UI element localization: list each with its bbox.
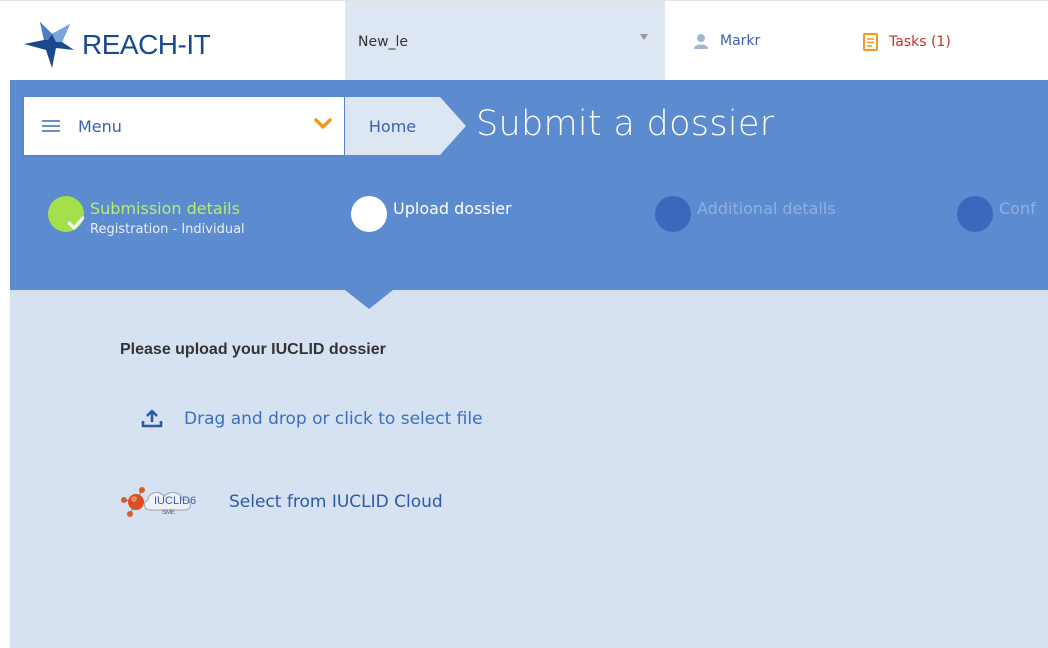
step-indicator-completed [48,196,84,232]
reach-it-logo[interactable]: REACH-IT [22,20,211,70]
step-submission-details[interactable]: Submission details Registration - Indivi… [48,196,245,237]
iuclid-logo-text: IUCLID6 [154,495,196,507]
step-title: Upload dossier [393,199,512,218]
upload-icon [141,409,163,428]
iuclid-logo-sub: SME [162,510,175,516]
step-confirmation: Conf [957,196,1036,232]
current-step-pointer [345,290,393,309]
check-icon [68,216,84,230]
upload-heading: Please upload your IUCLID dossier [120,341,386,358]
step-title: Submission details [90,199,240,218]
menu-label: Menu [78,116,122,136]
breadcrumb-home[interactable]: Home [345,97,440,155]
step-upload-dossier: Upload dossier [351,196,512,232]
chevron-down-icon [314,118,332,129]
menu-button[interactable]: Menu [24,97,344,155]
caret-down-icon [640,34,648,40]
user-link[interactable]: Markr [694,33,760,49]
breadcrumb-arrow [440,97,466,155]
user-icon [694,34,708,49]
step-title: Conf [999,199,1036,218]
logo-text: REACH-IT [82,29,211,60]
drag-drop-zone[interactable]: Drag and drop or click to select file [141,409,483,429]
top-bar: REACH-IT New_le Markr Tasks (1) [0,0,1048,81]
tasks-icon [863,33,878,51]
legal-entity-select[interactable]: New_le [345,1,665,81]
step-indicator-current [351,196,387,232]
iuclid-cloud-button[interactable]: IUCLID6 SME Select from IUCLID Cloud [118,484,443,520]
tasks-link[interactable]: Tasks (1) [863,33,951,51]
step-additional-details: Additional details [655,196,836,232]
drag-drop-label: Drag and drop or click to select file [184,409,483,429]
page-title: Submit a dossier [476,104,775,144]
legal-entity-value: New_le [358,34,409,50]
reach-it-logo-icon [24,22,74,68]
step-indicator-pending [957,196,993,232]
step-indicator-pending [655,196,691,232]
iuclid-cloud-icon: IUCLID6 SME [121,487,196,517]
step-title: Additional details [697,199,836,218]
hamburger-icon [42,120,60,132]
tasks-label: Tasks (1) [889,34,951,50]
iuclid-cloud-label: Select from IUCLID Cloud [229,492,443,512]
user-name: Markr [720,33,761,49]
step-subtitle: Registration - Individual [90,222,245,237]
